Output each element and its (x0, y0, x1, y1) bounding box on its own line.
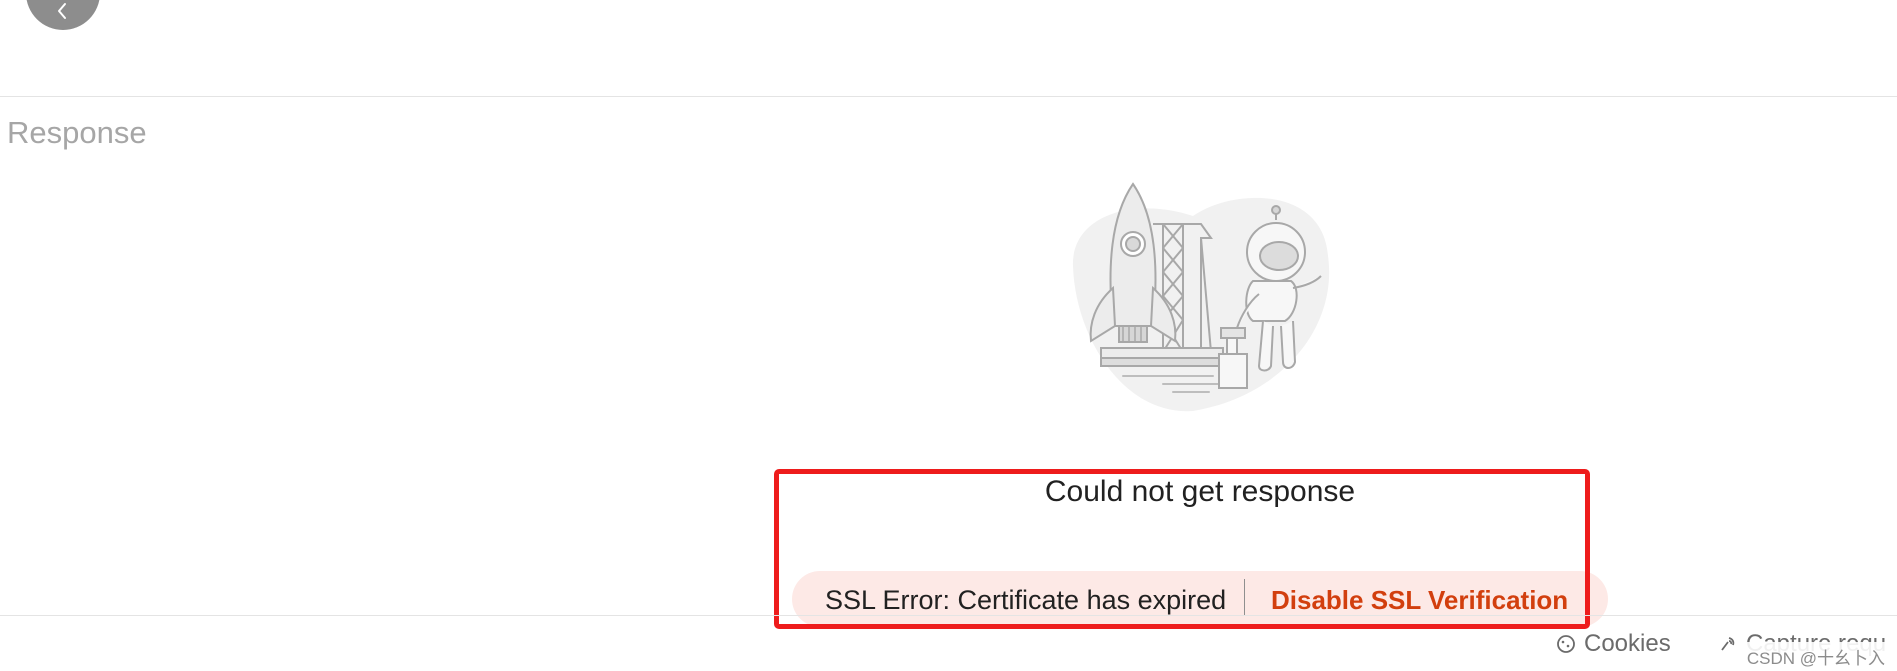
header-divider (0, 96, 1897, 97)
chevron-left-icon (58, 3, 66, 19)
footer-divider (0, 615, 1897, 616)
error-title: Could not get response (1044, 475, 1356, 508)
cookies-label: Cookies (1584, 630, 1671, 657)
disable-ssl-verification-link[interactable]: Disable SSL Verification (1271, 584, 1568, 616)
banner-separator (1244, 579, 1245, 615)
ssl-error-message: SSL Error: Certificate has expired (825, 585, 1227, 615)
cookies-button[interactable]: Cookies (1556, 630, 1671, 658)
back-button[interactable] (26, 0, 100, 30)
rocket-astronaut-illustration (1072, 182, 1330, 412)
antenna-icon (1721, 637, 1735, 651)
cookie-icon (1557, 635, 1575, 653)
ssl-error-banner: SSL Error: Certificate has expired Disab… (792, 571, 1608, 627)
response-section-label: Response (7, 115, 147, 150)
watermark: CSDN @十幺卜入 (1742, 642, 1889, 671)
